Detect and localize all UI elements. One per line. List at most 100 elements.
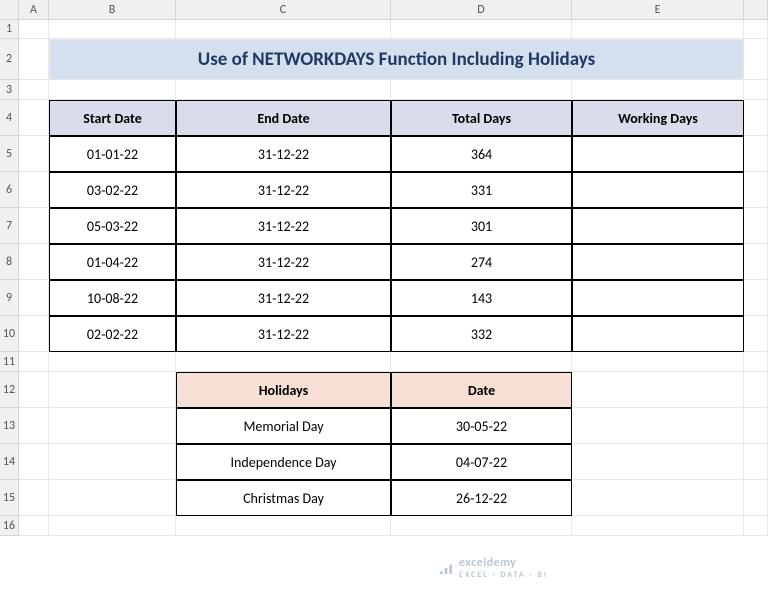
cell[interactable]	[572, 516, 744, 536]
col-header-E[interactable]: E	[572, 0, 744, 20]
header-working-days[interactable]: Working Days	[572, 100, 744, 136]
row-header-1[interactable]: 1	[0, 20, 19, 39]
row-header-13[interactable]: 13	[0, 408, 19, 444]
cell[interactable]	[49, 444, 176, 480]
row-header-10[interactable]: 10	[0, 316, 19, 352]
cell[interactable]	[744, 480, 768, 516]
cell[interactable]	[572, 80, 744, 100]
cell[interactable]	[744, 39, 768, 80]
cell[interactable]	[176, 20, 391, 39]
cell[interactable]	[49, 480, 176, 516]
row-header-12[interactable]: 12	[0, 372, 19, 408]
cell[interactable]	[19, 516, 49, 536]
cell[interactable]	[49, 80, 176, 100]
cell[interactable]	[19, 316, 49, 352]
cell[interactable]	[19, 352, 49, 372]
cell[interactable]	[744, 372, 768, 408]
cell[interactable]	[49, 372, 176, 408]
cell[interactable]	[744, 444, 768, 480]
cell[interactable]	[744, 316, 768, 352]
row-header-9[interactable]: 9	[0, 280, 19, 316]
cell-total[interactable]: 143	[391, 280, 572, 316]
cell[interactable]	[744, 136, 768, 172]
cell-working[interactable]	[572, 172, 744, 208]
row-header-14[interactable]: 14	[0, 444, 19, 480]
page-title[interactable]: Use of NETWORKDAYS Function Including Ho…	[49, 39, 744, 80]
cell-end[interactable]: 31-12-22	[176, 136, 391, 172]
cell[interactable]	[744, 244, 768, 280]
cell[interactable]	[744, 280, 768, 316]
row-header-8[interactable]: 8	[0, 244, 19, 280]
cell[interactable]	[19, 20, 49, 39]
cell-working[interactable]	[572, 316, 744, 352]
cell-total[interactable]: 332	[391, 316, 572, 352]
cell[interactable]	[19, 372, 49, 408]
cell-start[interactable]: 10-08-22	[49, 280, 176, 316]
cell-holiday-date[interactable]: 30-05-22	[391, 408, 572, 444]
cell[interactable]	[744, 20, 768, 39]
cell[interactable]	[391, 20, 572, 39]
cell[interactable]	[19, 208, 49, 244]
cell-end[interactable]: 31-12-22	[176, 208, 391, 244]
cell[interactable]	[572, 444, 744, 480]
cell[interactable]	[49, 408, 176, 444]
cell-total[interactable]: 301	[391, 208, 572, 244]
cell[interactable]	[49, 516, 176, 536]
cell[interactable]	[19, 80, 49, 100]
row-header-2[interactable]: 2	[0, 39, 19, 80]
cell[interactable]	[572, 352, 744, 372]
cell[interactable]	[19, 480, 49, 516]
header-total-days[interactable]: Total Days	[391, 100, 572, 136]
cell[interactable]	[19, 280, 49, 316]
row-header-5[interactable]: 5	[0, 136, 19, 172]
cell[interactable]	[744, 408, 768, 444]
header-holiday-date[interactable]: Date	[391, 372, 572, 408]
cell[interactable]	[572, 480, 744, 516]
cell[interactable]	[19, 408, 49, 444]
cell-total[interactable]: 274	[391, 244, 572, 280]
header-end-date[interactable]: End Date	[176, 100, 391, 136]
cell-end[interactable]: 31-12-22	[176, 244, 391, 280]
cell[interactable]	[176, 80, 391, 100]
cell[interactable]	[19, 172, 49, 208]
cell[interactable]	[391, 80, 572, 100]
cell-end[interactable]: 31-12-22	[176, 316, 391, 352]
cell[interactable]	[744, 100, 768, 136]
cell[interactable]	[391, 352, 572, 372]
col-header-A[interactable]: A	[19, 0, 49, 20]
cell[interactable]	[572, 20, 744, 39]
cell-holiday-date[interactable]: 04-07-22	[391, 444, 572, 480]
cell[interactable]	[19, 244, 49, 280]
cell-holiday-name[interactable]: Independence Day	[176, 444, 391, 480]
cell-holiday-name[interactable]: Christmas Day	[176, 480, 391, 516]
header-start-date[interactable]: Start Date	[49, 100, 176, 136]
cell-total[interactable]: 331	[391, 172, 572, 208]
cell-start[interactable]: 02-02-22	[49, 316, 176, 352]
col-header-B[interactable]: B	[49, 0, 176, 20]
cell-end[interactable]: 31-12-22	[176, 280, 391, 316]
cell-start[interactable]: 05-03-22	[49, 208, 176, 244]
cell-working[interactable]	[572, 208, 744, 244]
cell-holiday-name[interactable]: Memorial Day	[176, 408, 391, 444]
cell[interactable]	[744, 516, 768, 536]
cell-working[interactable]	[572, 244, 744, 280]
row-header-4[interactable]: 4	[0, 100, 19, 136]
cell[interactable]	[744, 80, 768, 100]
select-all-corner[interactable]	[0, 0, 19, 20]
row-header-3[interactable]: 3	[0, 80, 19, 100]
cell[interactable]	[744, 208, 768, 244]
row-header-11[interactable]: 11	[0, 352, 19, 372]
cell[interactable]	[49, 352, 176, 372]
cell-start[interactable]: 03-02-22	[49, 172, 176, 208]
cell-working[interactable]	[572, 280, 744, 316]
col-header-C[interactable]: C	[176, 0, 391, 20]
cell[interactable]	[19, 100, 49, 136]
cell[interactable]	[572, 372, 744, 408]
cell-total[interactable]: 364	[391, 136, 572, 172]
header-holidays[interactable]: Holidays	[176, 372, 391, 408]
cell-holiday-date[interactable]: 26-12-22	[391, 480, 572, 516]
cell[interactable]	[572, 408, 744, 444]
row-header-15[interactable]: 15	[0, 480, 19, 516]
col-header-D[interactable]: D	[391, 0, 572, 20]
row-header-6[interactable]: 6	[0, 172, 19, 208]
